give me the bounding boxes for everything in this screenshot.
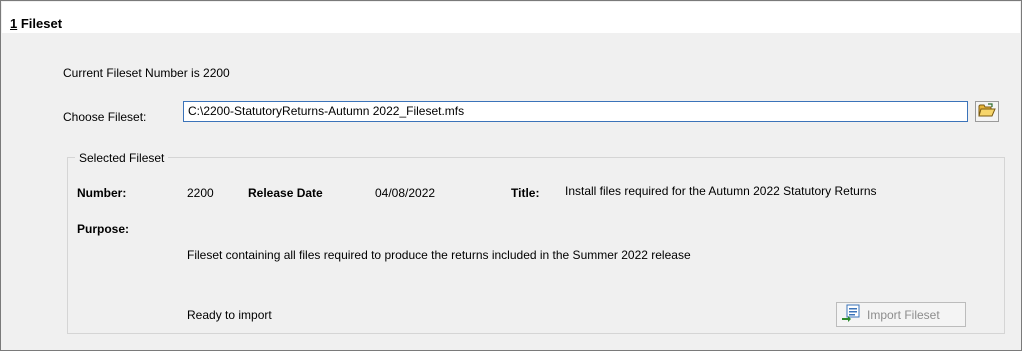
open-folder-icon	[978, 102, 996, 121]
import-icon	[841, 304, 861, 325]
purpose-value: Fileset containing all files required to…	[187, 248, 691, 262]
section-title: 1 Fileset	[10, 16, 62, 31]
release-date-value: 04/08/2022	[375, 186, 436, 200]
number-value: 2200	[187, 186, 214, 200]
import-status-text: Ready to import	[187, 308, 272, 322]
purpose-label: Purpose:	[77, 222, 130, 236]
import-fileset-button-label: Import Fileset	[867, 307, 940, 322]
fileset-path-input[interactable]: C:\2200-StatutoryReturns-Autumn 2022_Fil…	[183, 101, 968, 122]
title-label: Title:	[511, 186, 540, 200]
section-header-bar	[2, 2, 1020, 33]
title-value: Install files required for the Autumn 20…	[565, 184, 877, 198]
import-fileset-button[interactable]: Import Fileset	[836, 302, 966, 327]
selected-fileset-group-title: Selected Fileset	[75, 151, 169, 165]
release-date-label: Release Date	[248, 186, 323, 200]
choose-fileset-label: Choose Fileset:	[63, 110, 147, 124]
browse-fileset-button[interactable]	[975, 101, 999, 122]
number-label: Number:	[77, 186, 127, 200]
section-title-text: Fileset	[17, 16, 63, 31]
current-fileset-text: Current Fileset Number is 2200	[63, 66, 230, 80]
